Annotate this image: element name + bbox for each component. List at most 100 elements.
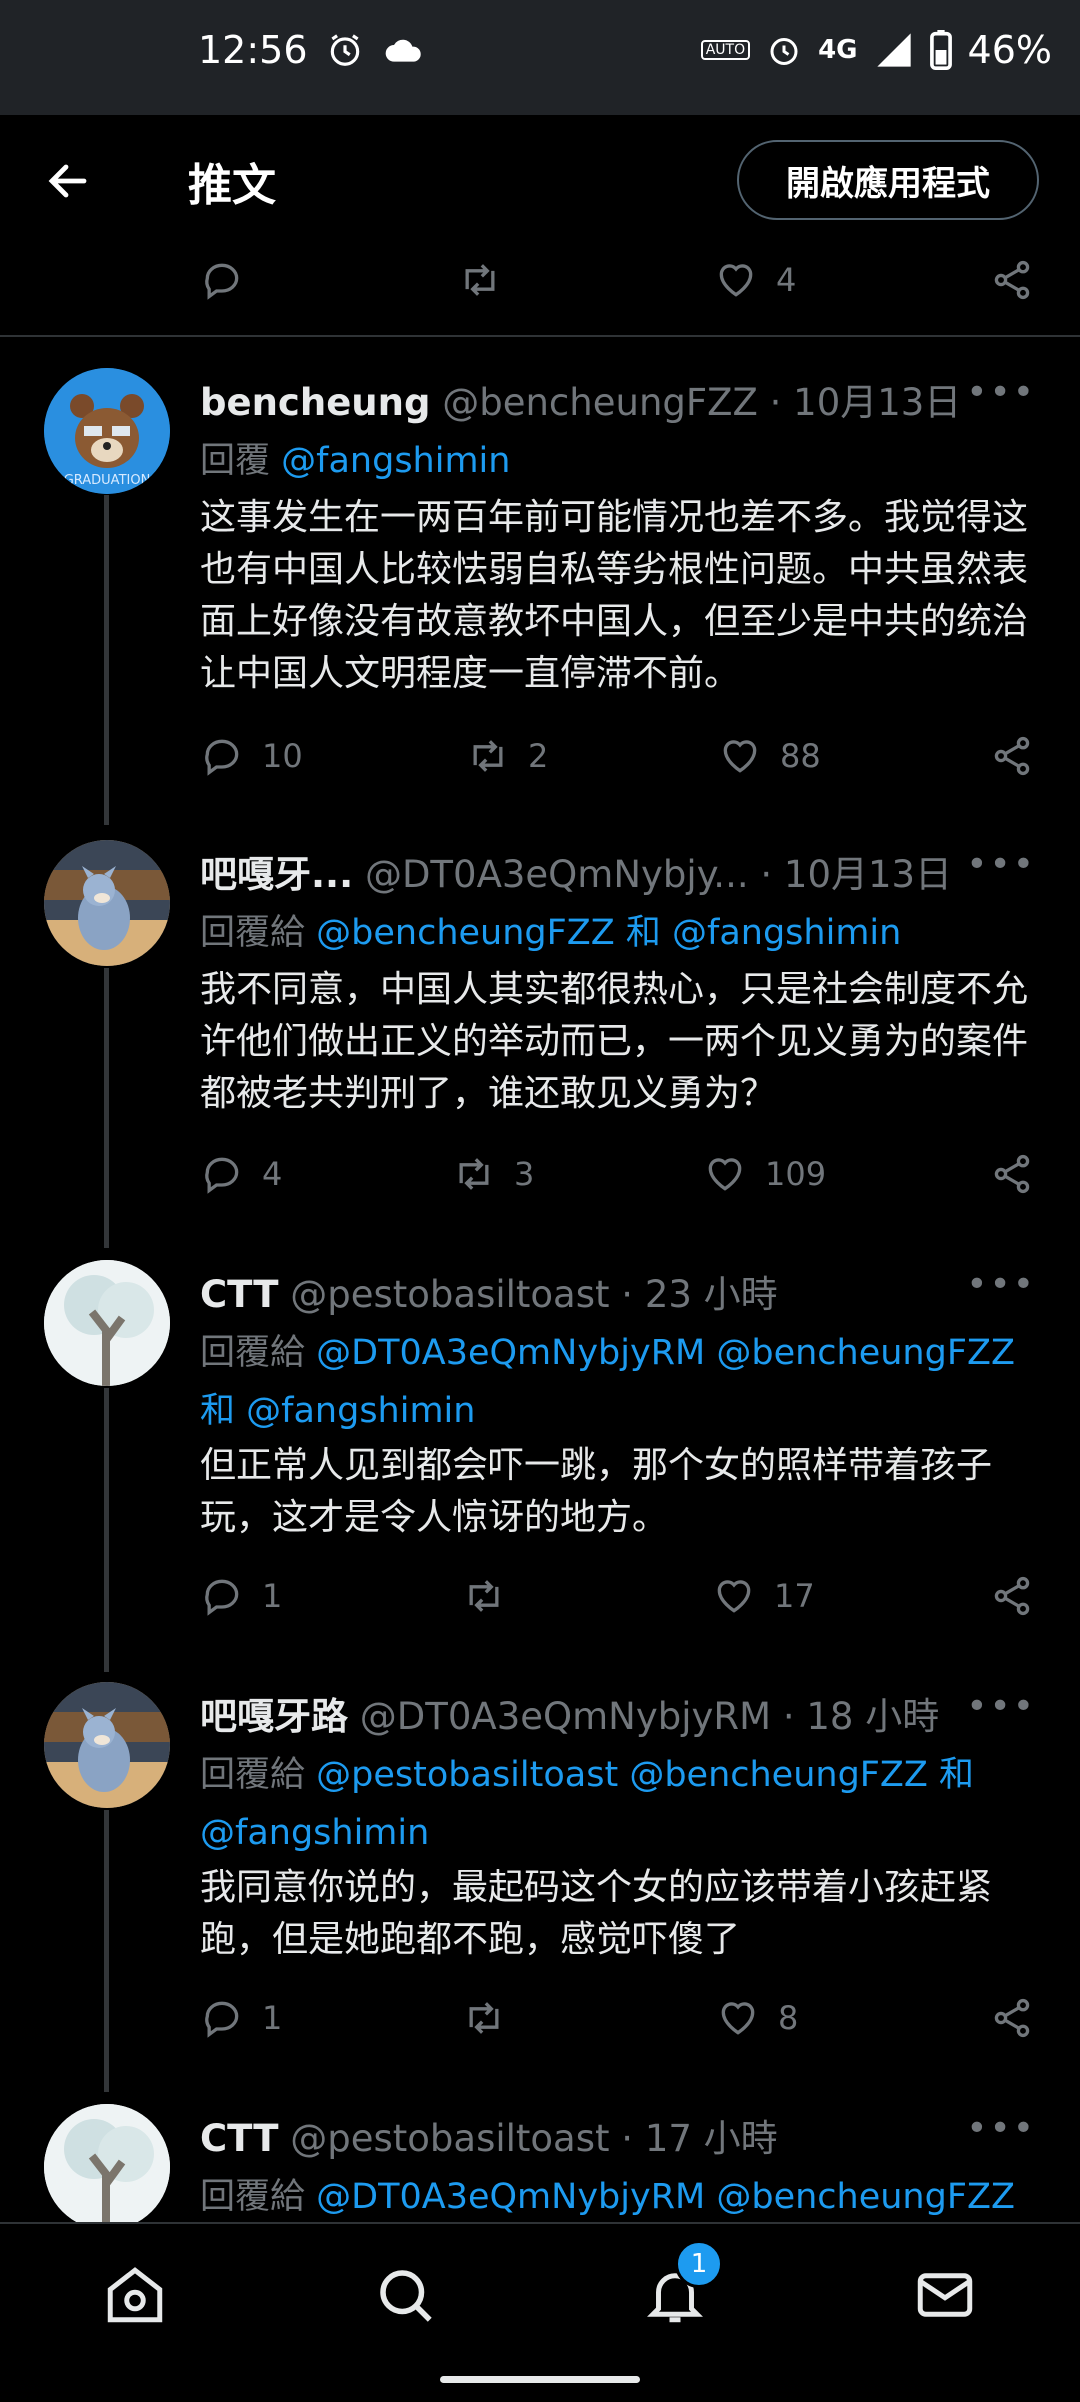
like-count: 4 <box>776 261 797 299</box>
messages-icon[interactable] <box>912 2262 978 2328</box>
mention-link[interactable]: @DT0A3eQmNybjyRM <box>316 2177 705 2217</box>
thread-line <box>104 1810 109 2092</box>
reply-button[interactable]: 10 <box>200 726 303 786</box>
notification-badge: 1 <box>675 2240 723 2288</box>
search-icon[interactable] <box>372 2262 438 2328</box>
avatar-cat-image <box>44 1682 170 1808</box>
retweet-button[interactable]: 2 <box>466 726 548 786</box>
share-button[interactable] <box>990 250 1034 310</box>
retweet-icon <box>459 1158 489 1190</box>
avatar[interactable]: GRADUATION <box>44 368 170 494</box>
bottom-navigation: 1 <box>0 2222 1080 2402</box>
like-button[interactable]: 4 <box>714 250 796 310</box>
status-bar: 12:56 AUTO 4G 46% <box>0 0 1080 115</box>
timestamp: · 18 小時 <box>782 1695 940 1738</box>
reply-count: 1 <box>262 1577 283 1615</box>
like-button[interactable]: 109 <box>703 1144 826 1204</box>
mention-link[interactable]: @bencheungFZZ <box>716 1333 1015 1373</box>
mention-link[interactable]: @fangshimin <box>246 1391 475 1431</box>
avatar-cat-image <box>44 840 170 966</box>
thread-line <box>104 968 109 1248</box>
mention-link[interactable]: @bencheungFZZ <box>316 913 615 953</box>
reply-button[interactable]: 1 <box>200 1988 282 2048</box>
more-options-button[interactable]: ••• <box>966 2108 1036 2149</box>
handle[interactable]: @DT0A3eQmNybjyRM <box>360 1695 771 1738</box>
like-button[interactable]: 88 <box>718 726 821 786</box>
retweet-icon <box>473 740 503 772</box>
alarm-icon <box>770 38 798 65</box>
avatar-text: GRADUATION <box>64 473 151 488</box>
more-options-button[interactable]: ••• <box>966 1264 1036 1305</box>
share-button[interactable] <box>990 1566 1034 1626</box>
handle[interactable]: @bencheungFZZ <box>442 381 758 424</box>
like-count: 109 <box>765 1155 827 1193</box>
retweet-icon <box>465 264 495 296</box>
avatar[interactable] <box>44 2104 170 2230</box>
reply-context: 回覆 @fangshimin <box>200 432 1040 490</box>
mention-link[interactable]: @bencheungFZZ <box>629 1755 928 1795</box>
like-button[interactable]: 8 <box>716 1988 798 2048</box>
open-app-button[interactable]: 開啟應用程式 <box>737 140 1039 220</box>
page-title: 推文 <box>188 160 276 211</box>
retweet-count: 3 <box>514 1155 535 1193</box>
heart-icon <box>708 1158 742 1191</box>
display-name[interactable]: bencheung <box>200 381 430 424</box>
timestamp: · 10月13日 <box>760 853 953 896</box>
share-button[interactable] <box>990 1988 1034 2048</box>
home-indicator[interactable] <box>440 2376 640 2383</box>
timestamp: · 17 小時 <box>621 2117 778 2160</box>
retweet-button[interactable] <box>462 1566 506 1626</box>
reply-button[interactable]: 4 <box>200 1144 282 1204</box>
home-icon[interactable] <box>102 2262 168 2328</box>
tweet-text: 我不同意，中国人其实都很热心，只是社会制度不允许他们做出正义的举动而已，一两个见… <box>200 969 1029 1114</box>
reply-context: 回覆給 @DT0A3eQmNybjyRM @bencheungFZZ <box>200 2168 1040 2226</box>
mention-link[interactable]: @fangshimin <box>200 1813 429 1853</box>
handle[interactable]: @DT0A3eQmNybjy... <box>365 853 749 896</box>
reply-count: 4 <box>262 1155 283 1193</box>
retweet-count: 2 <box>528 737 549 775</box>
mention-link[interactable]: @bencheungFZZ <box>716 2177 1015 2217</box>
tweet-header: CTT @pestobasiltoast · 23 小時 <box>200 1264 778 1318</box>
reply-prefix: 回覆給 <box>200 1333 306 1373</box>
retweet-button[interactable] <box>462 1988 506 2048</box>
retweet-button[interactable] <box>458 250 502 310</box>
like-count: 88 <box>780 737 821 775</box>
avatar[interactable] <box>44 840 170 966</box>
mention-link[interactable]: @fangshimin <box>672 913 901 953</box>
more-options-button[interactable]: ••• <box>966 372 1036 413</box>
like-button[interactable]: 17 <box>712 1566 815 1626</box>
tweet-text: 这事发生在一两百年前可能情况也差不多。我觉得这也有中国人比较怯弱自私等劣根性问题… <box>200 497 1029 694</box>
retweet-icon <box>469 2002 499 2034</box>
thread-line <box>104 1388 109 1672</box>
mention-link[interactable]: @DT0A3eQmNybjyRM <box>316 1333 705 1373</box>
display-name[interactable]: CTT <box>200 1273 278 1316</box>
avatar-tree-image <box>44 2104 170 2230</box>
retweet-button[interactable]: 3 <box>452 1144 534 1204</box>
reply-button[interactable] <box>200 250 244 310</box>
display-name[interactable]: 吧嘎牙路 <box>200 1695 348 1738</box>
back-arrow-icon[interactable] <box>44 157 92 205</box>
more-options-button[interactable]: ••• <box>966 844 1036 885</box>
divider <box>0 335 1080 337</box>
share-button[interactable] <box>990 1144 1034 1204</box>
like-count: 17 <box>774 1577 815 1615</box>
avatar[interactable] <box>44 1682 170 1808</box>
status-right-icons: AUTO 4G 46% <box>700 28 1052 72</box>
reply-prefix: 回覆給 <box>200 2177 306 2217</box>
mention-link[interactable]: @fangshimin <box>281 441 510 481</box>
more-options-button[interactable]: ••• <box>966 1686 1036 1727</box>
reply-icon <box>205 2001 239 2038</box>
avatar[interactable] <box>44 1260 170 1386</box>
reply-count: 1 <box>262 1999 283 2037</box>
handle[interactable]: @pestobasiltoast <box>290 1273 609 1316</box>
handle[interactable]: @pestobasiltoast <box>290 2117 609 2160</box>
top-app-bar: 推文 開啟應用程式 <box>0 115 1080 247</box>
mention-link[interactable]: @pestobasiltoast <box>316 1755 618 1795</box>
reply-button[interactable]: 1 <box>200 1566 282 1626</box>
reply-icon <box>205 263 239 300</box>
display-name[interactable]: CTT <box>200 2117 278 2160</box>
share-icon <box>994 1576 1030 1616</box>
share-button[interactable] <box>990 726 1034 786</box>
display-name[interactable]: 吧嘎牙... <box>200 853 353 896</box>
alarm-icon <box>330 34 360 66</box>
